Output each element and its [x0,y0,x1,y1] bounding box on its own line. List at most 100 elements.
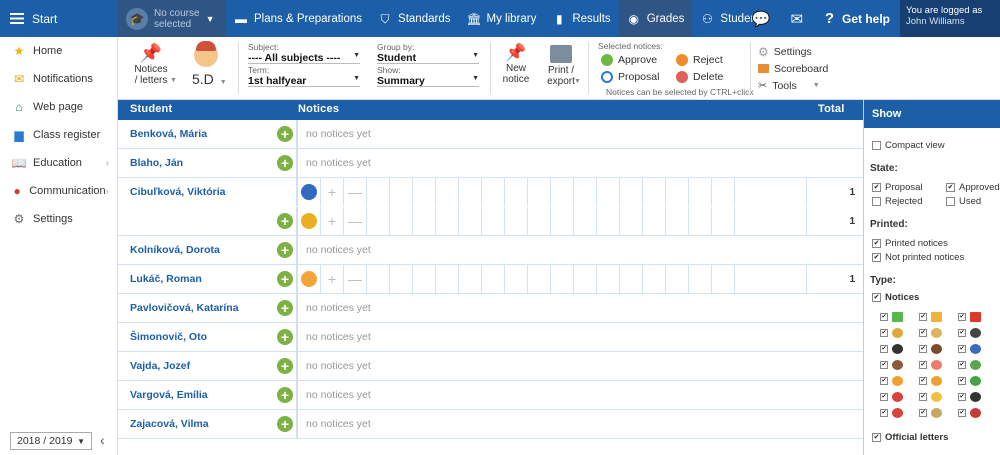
sidebar-item-notifications[interactable]: ✉ Notifications [0,65,117,93]
type-filter-checkbox[interactable]: ✔ [919,374,949,388]
student-name-link[interactable]: Vargová, Emília [130,389,208,401]
state-used-checkbox[interactable]: Used [938,194,981,208]
type-filter-checkbox[interactable]: ✔ [919,406,949,420]
subject-select[interactable]: ---- All subjects ---- ▼ [248,52,360,64]
group-by-select[interactable]: Student ▼ [377,52,479,64]
minus-icon[interactable]: — [344,178,367,206]
type-filter-checkbox[interactable]: ✔ [919,358,949,372]
term-select[interactable]: 1st halfyear ▼ [248,75,360,87]
settings-link[interactable]: ⚙ Settings [758,43,858,60]
not-printed-notices-checkbox[interactable]: ✔ Not printed notices [864,250,1000,264]
printed-notices-checkbox[interactable]: ✔ Printed notices [864,236,1000,250]
collapse-sidebar-icon[interactable]: ‹ [100,432,105,448]
notice-cell [505,265,528,293]
compact-view-checkbox[interactable]: Compact view [864,138,1000,152]
hat-icon [970,344,981,354]
minus-icon[interactable]: — [344,207,367,235]
type-filter-checkbox[interactable]: ✔ [880,342,910,356]
mail-icon[interactable]: ✉ [779,10,815,28]
type-filter-checkbox[interactable]: ✔ [880,406,910,420]
notice-cell [620,265,643,293]
help-button[interactable]: ? Get help [815,10,900,27]
type-filter-checkbox[interactable]: ✔ [958,358,988,372]
proposal-button[interactable]: Proposal [601,71,659,83]
student-name-link[interactable]: Zajacová, Vilma [130,418,209,430]
notice-cell [597,207,620,235]
class-selector[interactable]: 5.D ▼ [186,37,234,100]
type-filter-checkbox[interactable]: ✔ [880,326,910,340]
delete-button[interactable]: Delete [676,71,723,83]
student-name-link[interactable]: Kolníková, Dorota [130,244,220,256]
approve-button[interactable]: Approve [601,54,657,66]
new-notice-button[interactable]: 📌 New notice [498,37,534,100]
type-filter-checkbox[interactable]: ✔ [880,390,910,404]
type-filter-checkbox[interactable]: ✔ [880,374,910,388]
minus-icon[interactable]: — [344,265,367,293]
state-rejected-checkbox[interactable]: Rejected [864,194,923,208]
scoreboard-link[interactable]: Scoreboard [758,60,858,77]
type-filter-checkbox[interactable]: ✔ [919,390,949,404]
plus-icon[interactable]: + [321,178,344,206]
type-official-letters-checkbox[interactable]: ✔ Official letters [864,430,948,444]
angry-face-notice-icon[interactable] [301,271,317,287]
state-approved-checkbox[interactable]: ✔ Approved [938,180,1000,194]
tools-menu[interactable]: ✂ Tools ▼ [758,77,858,94]
student-name-link[interactable]: Šimonovič, Oto [130,331,207,343]
nav-grades[interactable]: ◉ Grades [618,0,693,37]
sidebar-item-communication[interactable]: ● Communication › [0,177,117,205]
type-filter-checkbox[interactable]: ✔ [958,310,988,324]
student-name-link[interactable]: Pavlovičová, Katarína [130,302,239,314]
add-notice-button[interactable]: + [277,358,293,374]
type-filter-checkbox[interactable]: ✔ [958,406,988,420]
start-button[interactable]: Start [0,0,118,37]
plus-icon[interactable]: + [321,265,344,293]
type-notices-checkbox[interactable]: ✔ Notices [864,290,1000,304]
sidebar-item-settings[interactable]: ⚙ Settings [0,205,117,233]
add-notice-button[interactable]: + [277,155,293,171]
reject-button[interactable]: Reject [676,54,723,66]
user-box[interactable]: You are logged as John Williams [900,0,1000,37]
add-notice-button[interactable]: + [277,271,293,287]
nav-library[interactable]: 🏛 My library [458,0,544,37]
student-name-link[interactable]: Vajda, Jozef [130,360,190,372]
add-notice-button[interactable]: + [277,126,293,142]
notice-cell [712,178,735,206]
column-student[interactable]: Student [130,103,172,115]
hat-notice-icon[interactable] [301,184,317,200]
chat-icon[interactable]: 💬 [743,10,779,28]
state-proposal-checkbox[interactable]: ✔ Proposal [864,180,923,194]
sidebar-item-class-register[interactable]: ▆ Class register [0,121,117,149]
sidebar-item-education[interactable]: 📖 Education › [0,149,117,177]
print-export-button[interactable]: Print / export [541,37,581,100]
add-notice-button[interactable]: + [277,300,293,316]
type-filter-checkbox[interactable]: ✔ [919,342,949,356]
type-filter-checkbox[interactable]: ✔ [958,374,988,388]
school-year-select[interactable]: 2018 / 2019 ▼ [10,432,92,450]
add-notice-button[interactable]: + [277,242,293,258]
student-name-link[interactable]: Blaho, Ján [130,157,183,169]
medal-notice-icon[interactable] [301,213,317,229]
add-notice-button[interactable]: + [277,329,293,345]
add-notice-button[interactable]: + [277,416,293,432]
plus-icon[interactable]: + [321,207,344,235]
student-name-link[interactable]: Lukáč, Roman [130,273,202,285]
nav-plans[interactable]: ▬ Plans & Preparations [226,0,370,37]
add-notice-button[interactable]: + [277,213,293,229]
type-filter-checkbox[interactable]: ✔ [919,310,949,324]
type-filter-checkbox[interactable]: ✔ [880,310,910,324]
add-notice-button[interactable]: + [277,387,293,403]
type-filter-checkbox[interactable]: ✔ [958,390,988,404]
student-name-link[interactable]: Benková, Mária [130,128,207,140]
course-selector[interactable]: 🎓 No course selected ▼ [118,0,226,37]
type-filter-checkbox[interactable]: ✔ [919,326,949,340]
show-select[interactable]: Summary ▼ [377,75,479,87]
sidebar-item-web-page[interactable]: ⌂ Web page [0,93,117,121]
type-filter-checkbox[interactable]: ✔ [958,326,988,340]
nav-results[interactable]: ▮ Results [544,0,618,37]
type-filter-checkbox[interactable]: ✔ [958,342,988,356]
nav-standards[interactable]: ⛉ Standards [370,0,458,37]
student-name-link[interactable]: Cibuľková, Viktória [130,186,225,198]
notices-letters-button[interactable]: 📌 Notices / letters [130,37,172,100]
type-filter-checkbox[interactable]: ✔ [880,358,910,372]
sidebar-item-home[interactable]: ★ Home [0,37,117,65]
